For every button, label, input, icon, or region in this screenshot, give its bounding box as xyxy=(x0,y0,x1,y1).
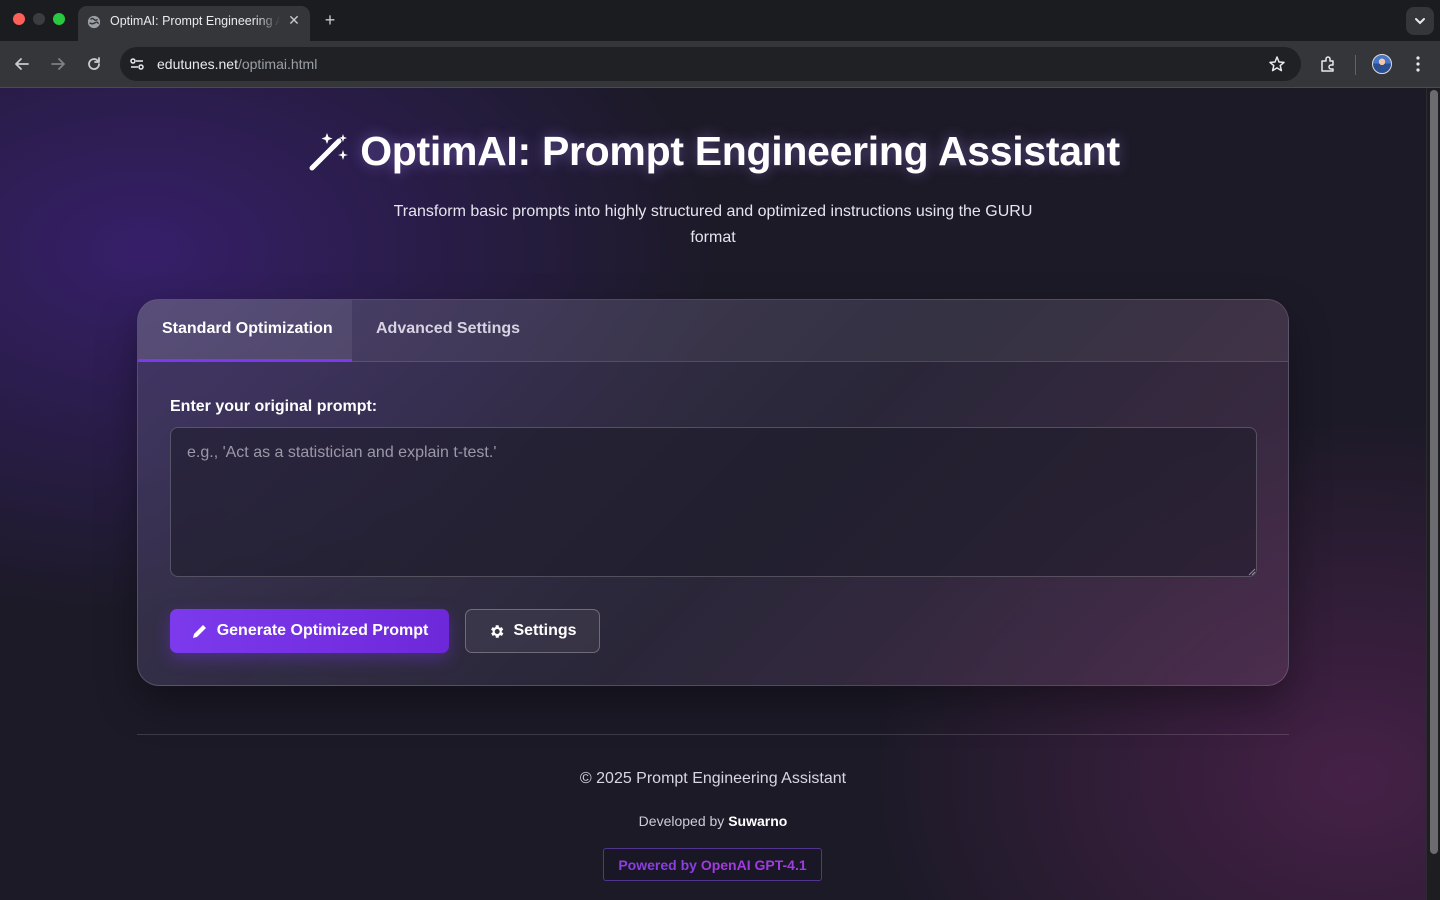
tab-title: OptimAI: Prompt Engineering Assistant xyxy=(110,14,280,28)
browser-tab-active[interactable]: OptimAI: Prompt Engineering Assistant ✕ xyxy=(78,6,310,41)
page-title: OptimAI: Prompt Engineering Assistant xyxy=(360,128,1120,174)
toolbar-separator xyxy=(1355,55,1356,75)
tab-strip: OptimAI: Prompt Engineering Assistant ✕ … xyxy=(0,0,1440,41)
extensions-icon[interactable] xyxy=(1318,54,1338,74)
reload-icon[interactable] xyxy=(84,54,104,74)
forward-arrow-icon[interactable] xyxy=(48,54,68,74)
site-settings-icon[interactable] xyxy=(128,55,146,73)
close-window-button[interactable] xyxy=(13,13,25,25)
back-arrow-icon[interactable] xyxy=(12,54,32,74)
page-body: OptimAI: Prompt Engineering Assistant Tr… xyxy=(0,88,1426,900)
developer-credit: Developed by Suwarno xyxy=(638,813,788,829)
tab-standard-optimization[interactable]: Standard Optimization xyxy=(138,300,352,362)
tab-advanced-settings[interactable]: Advanced Settings xyxy=(352,300,542,362)
gear-icon xyxy=(491,624,504,638)
copyright-text: © 2025 Prompt Engineering Assistant xyxy=(579,770,847,787)
tab-list: Standard Optimization Advanced Settings xyxy=(138,300,1288,362)
bookmark-star-icon[interactable] xyxy=(1268,55,1286,73)
url-text: edutunes.net/optimai.html xyxy=(157,56,318,72)
footer-divider xyxy=(137,734,1289,735)
tab-search-button[interactable] xyxy=(1406,7,1434,35)
maximize-window-button[interactable] xyxy=(53,13,65,25)
developer-name: Suwarno xyxy=(728,813,788,829)
chevron-down-icon xyxy=(1415,18,1425,25)
address-bar[interactable]: edutunes.net/optimai.html xyxy=(120,47,1301,81)
optimizer-card: Standard Optimization Advanced Settings … xyxy=(137,299,1289,686)
model-name: OpenAI GPT-4.1 xyxy=(700,857,807,873)
generate-optimized-prompt-button[interactable]: Generate Optimized Prompt xyxy=(170,609,449,653)
globe-icon xyxy=(87,15,101,29)
page-scrollbar[interactable] xyxy=(1426,88,1440,900)
profile-avatar[interactable] xyxy=(1372,54,1392,74)
prompt-input[interactable] xyxy=(170,427,1257,577)
magic-wand-icon xyxy=(309,132,349,170)
powered-by-badge: Powered by OpenAI GPT-4.1 xyxy=(603,848,822,881)
resize-grip-icon[interactable] xyxy=(1248,568,1256,576)
scrollbar-thumb[interactable] xyxy=(1430,90,1438,854)
page-header: OptimAI: Prompt Engineering Assistant xyxy=(0,128,1426,175)
browser-toolbar: edutunes.net/optimai.html xyxy=(0,41,1440,88)
settings-button-label: Settings xyxy=(513,622,577,639)
plus-icon[interactable]: + xyxy=(320,10,340,30)
pencil-icon xyxy=(192,624,206,638)
close-icon[interactable]: ✕ xyxy=(286,12,302,28)
prompt-label: Enter your original prompt: xyxy=(170,398,378,415)
settings-button[interactable]: Settings xyxy=(465,609,600,653)
more-vertical-icon[interactable] xyxy=(1410,54,1426,74)
page-subtitle: Transform basic prompts into highly stru… xyxy=(393,203,1033,246)
generate-button-label: Generate Optimized Prompt xyxy=(216,622,429,639)
minimize-window-button[interactable] xyxy=(33,13,45,25)
browser-chrome: OptimAI: Prompt Engineering Assistant ✕ … xyxy=(0,0,1440,88)
